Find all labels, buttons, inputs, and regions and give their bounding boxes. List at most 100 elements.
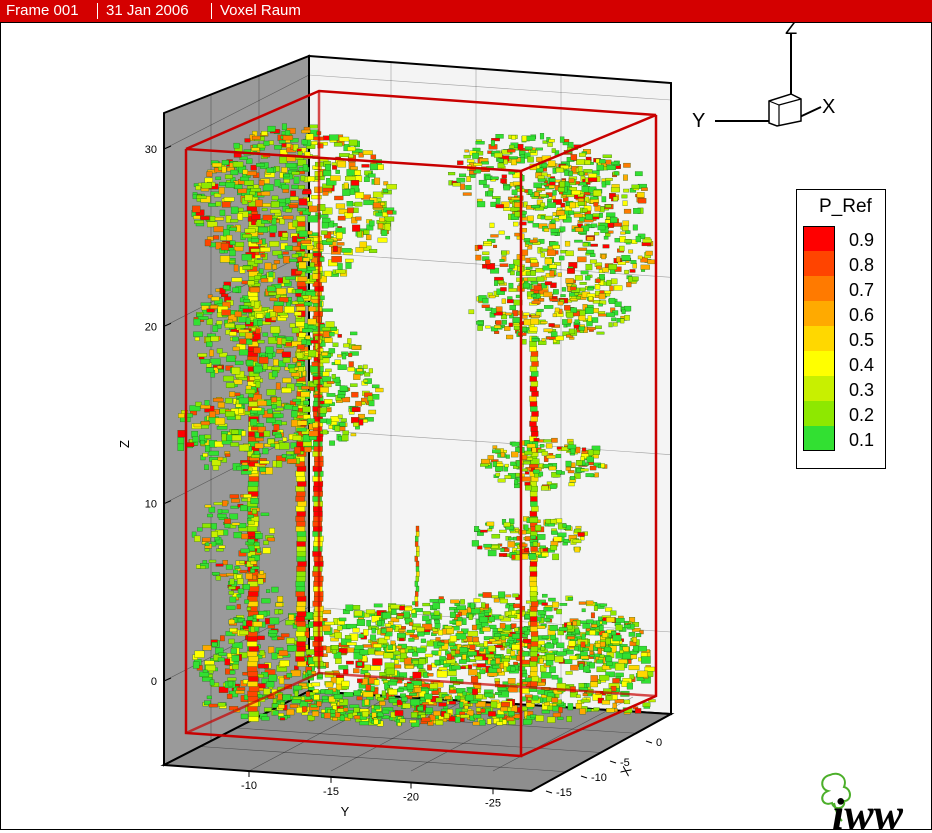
voxel (628, 665, 640, 671)
voxel (204, 400, 210, 406)
voxel (628, 632, 636, 637)
voxel (498, 615, 504, 620)
voxel (220, 635, 225, 642)
voxel (253, 621, 263, 627)
voxel (487, 190, 493, 197)
voxel (285, 342, 292, 347)
voxel (289, 196, 299, 201)
voxel (257, 340, 265, 344)
voxel (211, 642, 218, 647)
voxel-plot[interactable]: 3020100-10 -15 -20 -250-5-10-15 Z Y X Z Y X (1, 23, 931, 829)
voxel (634, 708, 642, 714)
voxel (551, 674, 559, 680)
voxel (543, 701, 550, 706)
voxel (380, 202, 386, 206)
voxel (517, 143, 524, 150)
voxel (564, 139, 570, 143)
voxel (459, 173, 467, 178)
voxel (335, 203, 346, 209)
trunk-voxel (529, 565, 537, 572)
voxel (599, 159, 606, 164)
voxel (350, 383, 358, 387)
trunk-voxel (295, 320, 305, 327)
voxel (464, 705, 469, 710)
voxel (408, 638, 415, 642)
voxel (539, 248, 549, 252)
voxel (316, 701, 322, 707)
voxel (323, 399, 333, 405)
voxel (515, 472, 520, 477)
voxel (598, 303, 603, 307)
voxel (481, 304, 490, 308)
voxel (496, 668, 502, 673)
voxel (207, 221, 218, 228)
voxel (274, 443, 280, 450)
voxel (504, 548, 510, 552)
legend-label: 0.7 (849, 280, 875, 300)
voxel (382, 709, 390, 714)
voxel (490, 701, 498, 708)
voxel (602, 244, 610, 249)
voxel (301, 686, 309, 689)
voxel (351, 180, 360, 187)
voxel (472, 636, 479, 643)
voxel (233, 532, 243, 539)
voxel (532, 695, 539, 701)
voxel (394, 710, 404, 716)
voxel (611, 278, 618, 285)
voxel (566, 716, 572, 722)
voxel (635, 633, 642, 638)
voxel (479, 719, 486, 726)
voxel (475, 254, 482, 261)
voxel (531, 447, 537, 453)
trunk-voxel (295, 585, 306, 592)
voxel (214, 217, 224, 221)
voxel (333, 142, 343, 147)
voxel (422, 602, 431, 607)
voxel (381, 628, 387, 634)
voxel (355, 216, 362, 221)
trunk-voxel (247, 480, 259, 487)
voxel (248, 557, 256, 562)
voxel (358, 633, 365, 638)
voxel (477, 201, 486, 208)
voxel (462, 192, 472, 196)
voxel (550, 228, 560, 233)
legend-label: 0.2 (849, 405, 875, 425)
voxel (277, 254, 284, 259)
voxel (293, 176, 300, 184)
voxel (507, 296, 513, 300)
voxel (409, 621, 414, 626)
voxel (589, 259, 597, 264)
voxel (288, 614, 295, 621)
voxel (609, 285, 614, 292)
trunk-voxel (248, 685, 260, 692)
voxel (548, 466, 557, 471)
voxel (529, 239, 538, 243)
voxel (262, 447, 269, 455)
voxel (592, 189, 602, 197)
voxel (211, 296, 220, 301)
voxel (325, 321, 335, 328)
trunk-voxel (531, 390, 539, 397)
voxel (283, 173, 291, 178)
voxel (491, 308, 497, 314)
voxel (294, 690, 299, 697)
voxel (285, 208, 292, 213)
voxel (324, 337, 333, 343)
voxel (523, 319, 532, 326)
voxel (217, 456, 224, 461)
voxel (377, 620, 382, 626)
voxel (303, 400, 310, 405)
voxel (575, 296, 581, 300)
voxel (613, 285, 623, 291)
voxel (282, 437, 288, 442)
voxel (521, 476, 531, 482)
voxel (579, 282, 587, 285)
voxel (334, 359, 341, 365)
voxel (226, 355, 236, 362)
voxel (244, 228, 256, 234)
voxel (267, 537, 275, 542)
voxel (475, 707, 481, 712)
voxel (595, 325, 602, 329)
